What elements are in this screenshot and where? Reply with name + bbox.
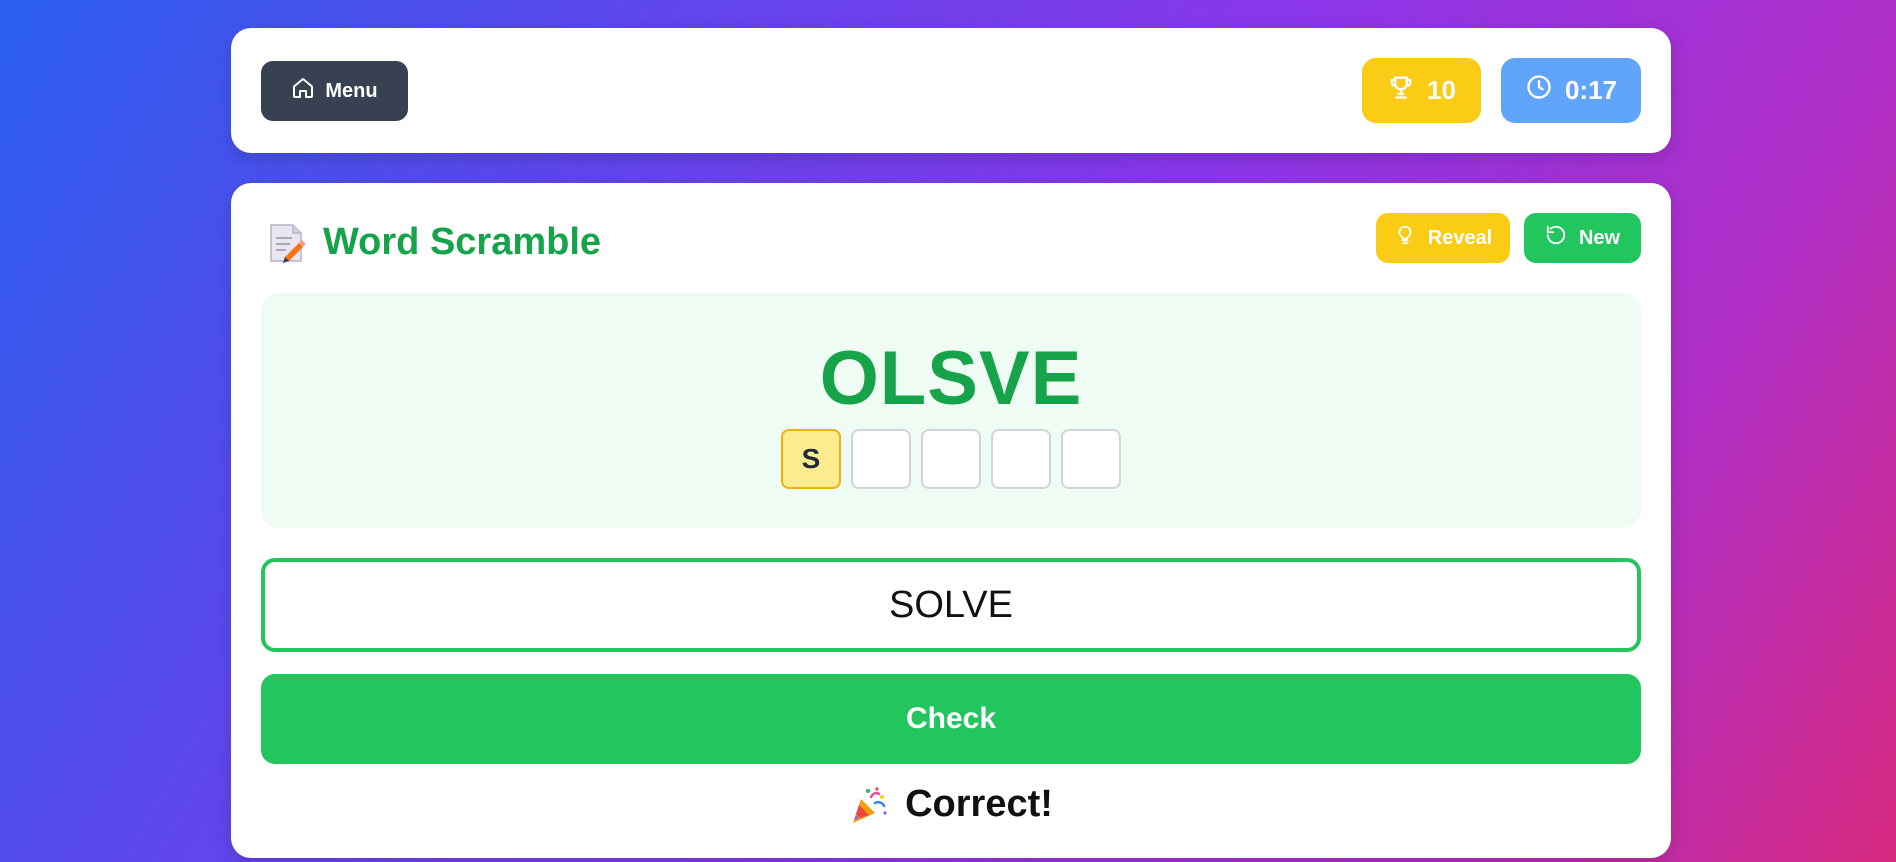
letter-slot [1061,429,1121,489]
check-label: Check [905,702,997,735]
letter-slot [921,429,981,489]
letter-slot [991,429,1051,489]
trophy-icon [1387,73,1415,108]
game-header: Word Scramble [267,221,601,264]
top-bar: Menu 10 0:17 [231,28,1671,153]
letter-slots: S [261,429,1641,489]
menu-label: Menu [325,79,378,102]
party-popper-icon [849,785,889,825]
scrambled-word: OLSVE [819,336,1083,421]
letter-slot: S [781,429,841,489]
clock-icon [1525,73,1553,108]
memo-icon [267,223,306,263]
reveal-label: Reveal [1427,226,1493,249]
home-icon [291,76,315,106]
lightbulb-icon [1394,224,1416,252]
timer-badge: 0:17 [1501,58,1641,123]
score-value: 10 [1427,75,1456,105]
refresh-icon [1545,224,1567,252]
new-label: New [1578,226,1621,249]
letter-slot [851,429,911,489]
game-card: Word Scramble Reveal New OLSVE S SOLVE C… [231,183,1671,858]
answer-input[interactable] [261,558,1641,652]
new-word-button[interactable]: New [1524,213,1641,263]
puzzle-panel: OLSVE S [261,293,1641,528]
score-badge: 10 [1362,58,1481,123]
result-message: Correct! [231,783,1671,826]
timer-value: 0:17 [1564,75,1618,105]
game-title: Word Scramble [323,221,602,263]
menu-button[interactable]: Menu [261,61,408,121]
result-text: Correct! [905,783,1053,825]
check-button[interactable]: Check [261,674,1641,764]
reveal-button[interactable]: Reveal [1376,213,1510,263]
